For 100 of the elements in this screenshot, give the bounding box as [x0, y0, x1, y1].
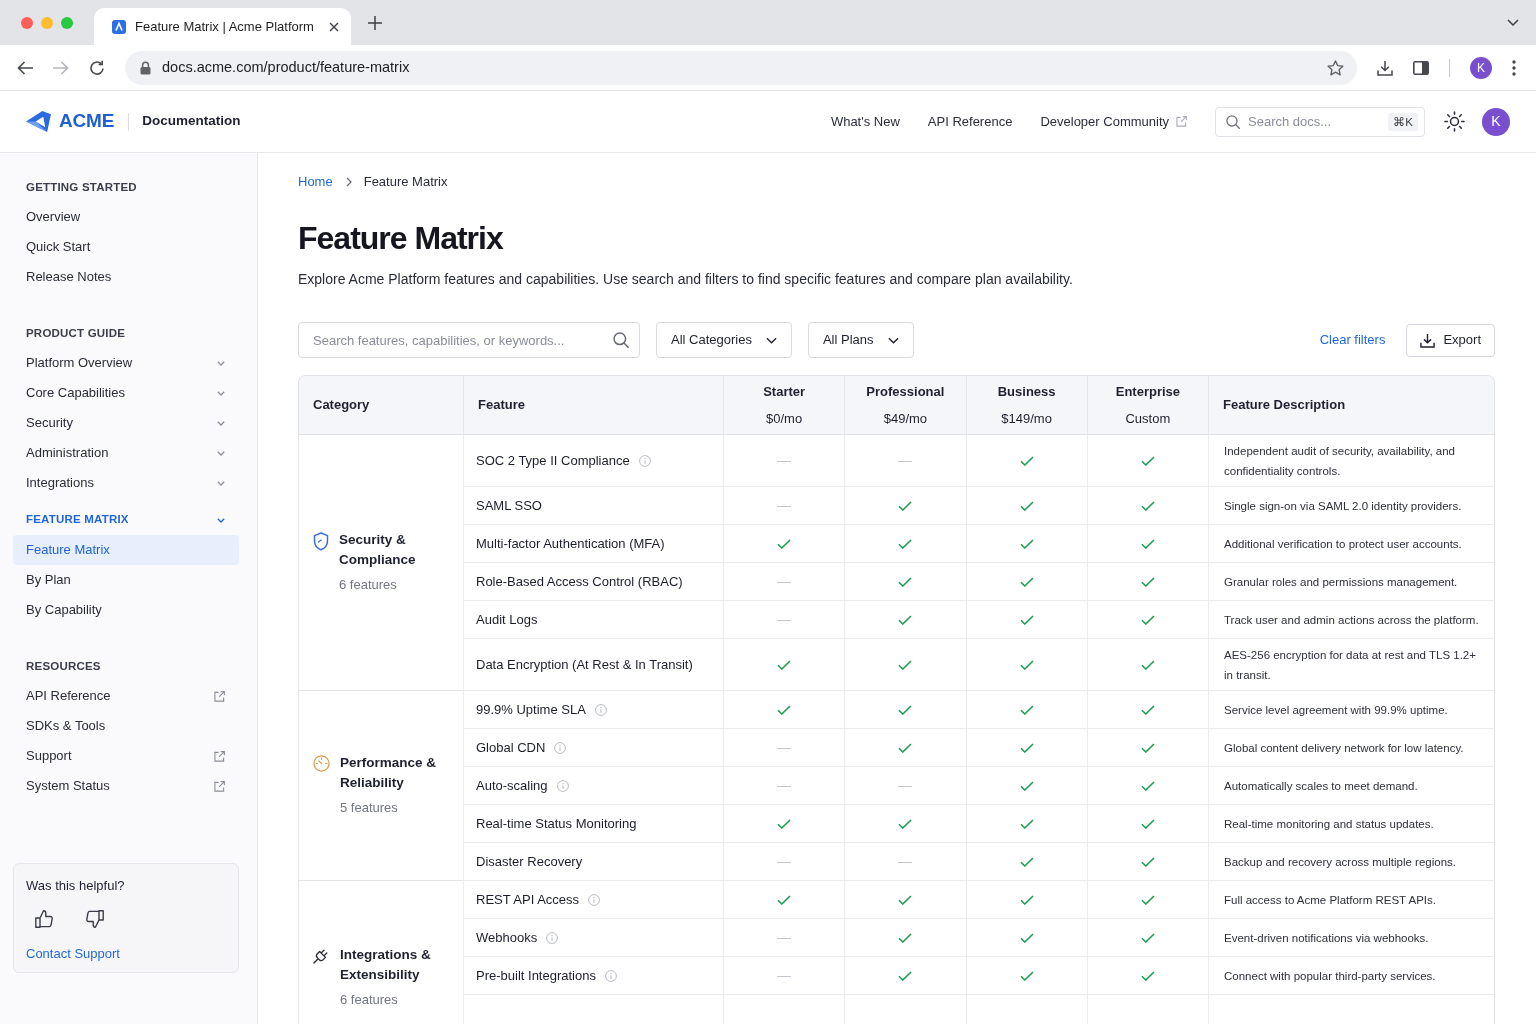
sidebar-item[interactable]: Core Capabilities: [13, 378, 239, 408]
star-icon[interactable]: [1327, 59, 1344, 76]
plan-price: Custom: [1125, 409, 1171, 428]
sidebar-item[interactable]: API Reference: [13, 681, 239, 711]
sidebar-item[interactable]: Overview: [13, 202, 239, 232]
chevron-down-icon: [217, 480, 225, 486]
contact-support-link[interactable]: Contact Support: [26, 946, 120, 962]
chevron-right-icon: [345, 177, 352, 187]
external-link-icon: [214, 750, 225, 762]
chevron-down-icon: [217, 390, 225, 396]
back-arrow-icon[interactable]: [17, 60, 33, 75]
feature-count: 6 features: [339, 576, 397, 595]
chevron-down-icon: [217, 517, 225, 523]
sidebar-item[interactable]: By Capability: [13, 595, 239, 625]
chevron-down-icon: [217, 450, 225, 456]
sun-icon[interactable]: [1444, 111, 1465, 132]
feature-name: REST API Access: [476, 890, 580, 909]
browser-tab[interactable]: Feature Matrix | Acme Platform: [94, 8, 351, 45]
filter-dropdown[interactable]: All Plans: [807, 322, 914, 358]
filter-dropdown[interactable]: All Categories: [656, 322, 792, 358]
sidebar-item[interactable]: Integrations: [13, 468, 239, 498]
address-bar[interactable]: docs.acme.com/product/feature-matrix: [125, 50, 1357, 85]
column-header: Feature Description: [1223, 396, 1346, 415]
feedback-question: Was this helpful?: [26, 878, 126, 894]
feature-name: SOC 2 Type II Compliance: [476, 451, 630, 470]
feature-description: Automatically scales to meet demand.: [1224, 779, 1418, 792]
nav-link[interactable]: API Reference: [927, 111, 1013, 132]
download-icon[interactable]: [1377, 59, 1393, 76]
section-heading: PRODUCT GUIDE: [25, 326, 127, 341]
kebab-menu-icon[interactable]: [1512, 59, 1516, 76]
nav-link[interactable]: Developer Community: [1040, 111, 1187, 132]
feature-name: 99.9% Uptime SLA: [476, 700, 586, 719]
plug-icon: [313, 947, 330, 965]
sidebar-item[interactable]: Platform Overview: [13, 348, 239, 378]
feature-count: 6 features: [340, 991, 398, 1010]
column-header: Professional: [866, 383, 945, 401]
category-name: Security & Compliance: [339, 531, 417, 570]
feature-name: Webhooks: [476, 928, 538, 947]
caret-icon: [887, 336, 899, 344]
gauge-icon: [313, 755, 330, 773]
external-link-icon: [214, 690, 225, 702]
sidebar-item[interactable]: FEATURE MATRIX: [13, 505, 239, 535]
chevron-down-icon: [217, 360, 225, 366]
shield-icon: [313, 532, 329, 552]
column-header: Business: [997, 383, 1056, 401]
sidebar-item[interactable]: By Plan: [13, 565, 239, 595]
sidebar-item[interactable]: Support: [13, 741, 239, 771]
new-tab-icon[interactable]: [368, 15, 382, 30]
category-name: Performance & Reliability: [340, 754, 438, 793]
feature-name: SAML SSO: [476, 496, 542, 515]
section-heading: RESOURCES: [25, 659, 102, 674]
lock-icon: [140, 60, 151, 75]
feature-description: Additional verification to protect user accounts.: [1224, 537, 1462, 550]
feature-name: Auto-scaling: [476, 776, 548, 795]
site-favicon-icon: [112, 19, 126, 34]
plan-price: $49/mo: [883, 409, 928, 428]
sidebar-item[interactable]: Feature Matrix: [13, 535, 239, 565]
category-name: Integrations & Extensibility: [340, 946, 432, 985]
caret-icon: [765, 336, 777, 344]
reload-icon[interactable]: [89, 59, 105, 76]
tab-list-chevron-icon[interactable]: [1507, 19, 1519, 26]
sidebar-item[interactable]: Security: [13, 408, 239, 438]
breadcrumb-link[interactable]: Home: [298, 173, 333, 191]
sidebar-item[interactable]: SDKs & Tools: [13, 711, 239, 741]
site-section-title: Documentation: [142, 112, 241, 131]
feature-description: Independent audit of security, availability, and confidentiality controls.: [1224, 445, 1455, 477]
nav-link[interactable]: What's New: [830, 111, 900, 132]
column-header: Enterprise: [1115, 383, 1181, 401]
feature-name: Audit Logs: [476, 610, 538, 629]
search-field[interactable]: Search features, capabilities, or keywords...: [298, 322, 640, 358]
logo-icon: [25, 110, 52, 133]
sidebar-item[interactable]: Quick Start: [13, 232, 239, 262]
feature-description: Event-driven notifications via webhooks.: [1224, 931, 1429, 944]
feature-description: Full access to Acme Platform REST APIs.: [1224, 893, 1436, 906]
export-button[interactable]: Export: [1406, 323, 1495, 357]
feature-description: Connect with popular third-party services.: [1224, 969, 1436, 982]
profile-avatar[interactable]: K: [1470, 56, 1492, 79]
sidebar-item[interactable]: Administration: [13, 438, 239, 468]
page-intro: Explore Acme Platform features and capabilities. Use search and filters to find specific features and compare plan availability.: [298, 270, 1073, 289]
feature-description: Granular roles and permissions management.: [1224, 575, 1458, 588]
sidebar-item[interactable]: Release Notes: [13, 262, 239, 292]
close-tab-icon[interactable]: [329, 21, 339, 32]
feature-description: Backup and recovery across multiple regions.: [1224, 855, 1457, 868]
side-panel-icon[interactable]: [1413, 60, 1429, 75]
feature-description: Service level agreement with 99.9% uptime.: [1224, 703, 1448, 716]
thumbs-down-icon[interactable]: [85, 909, 105, 929]
user-avatar[interactable]: K: [1482, 107, 1510, 136]
column-header: Starter: [763, 383, 806, 401]
sidebar-item[interactable]: System Status: [13, 771, 239, 801]
thumbs-up-icon[interactable]: [34, 909, 54, 929]
search-icon: [613, 332, 629, 348]
clear-filters-link[interactable]: Clear filters: [1319, 330, 1386, 350]
feature-name: Multi-factor Authentication (MFA): [476, 534, 665, 553]
plan-price: $149/mo: [1001, 409, 1052, 428]
feature-description: Real-time monitoring and status updates.: [1224, 817, 1434, 830]
plan-price: $0/mo: [766, 409, 803, 428]
close-window-icon[interactable]: [21, 16, 33, 29]
feature-name: Data Encryption (At Rest & In Transit): [476, 655, 693, 674]
feature-count: 5 features: [340, 799, 398, 818]
column-header: Feature: [478, 396, 525, 415]
